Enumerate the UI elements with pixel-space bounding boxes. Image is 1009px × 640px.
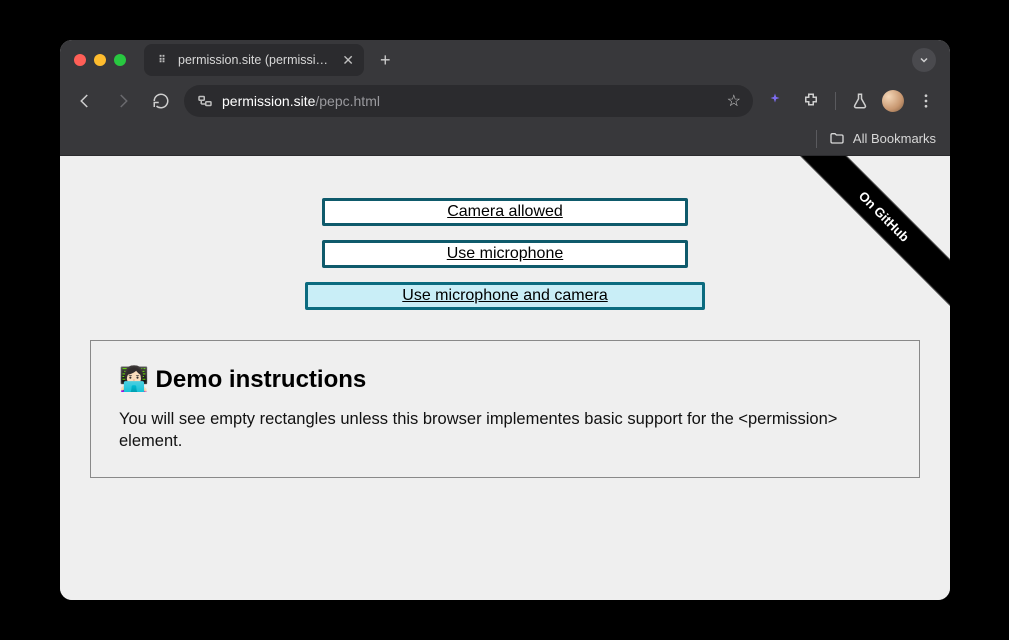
forward-button[interactable] xyxy=(108,86,138,116)
site-info-icon[interactable] xyxy=(196,92,214,110)
sparkle-icon[interactable] xyxy=(761,87,789,115)
use-mic-and-camera-button[interactable]: Use microphone and camera xyxy=(305,282,705,310)
bookmark-star-icon[interactable]: ☆ xyxy=(727,91,741,111)
divider xyxy=(816,130,817,148)
page-content: Camera allowed Use microphone Use microp… xyxy=(60,156,950,600)
bookmarks-bar: All Bookmarks xyxy=(60,122,950,156)
all-bookmarks-label: All Bookmarks xyxy=(853,131,936,146)
url-domain: permission.site xyxy=(222,93,315,109)
tab-title: permission.site (permission e xyxy=(178,53,334,67)
camera-allowed-button[interactable]: Camera allowed xyxy=(322,198,688,226)
back-button[interactable] xyxy=(70,86,100,116)
reload-button[interactable] xyxy=(146,86,176,116)
maximize-window-button[interactable] xyxy=(114,54,126,66)
folder-icon xyxy=(829,131,845,147)
chevron-down-icon[interactable] xyxy=(912,48,936,72)
tab-favicon: ⠿ xyxy=(154,52,170,68)
demo-instructions-box: 👩🏻‍💻 Demo instructions You will see empt… xyxy=(90,340,920,478)
flask-icon[interactable] xyxy=(846,87,874,115)
all-bookmarks-button[interactable]: All Bookmarks xyxy=(829,131,936,147)
kebab-menu-icon[interactable] xyxy=(912,87,940,115)
demo-instructions-body: You will see empty rectangles unless thi… xyxy=(119,408,891,453)
divider xyxy=(835,92,836,110)
browser-tab[interactable]: ⠿ permission.site (permission e ✕ xyxy=(144,44,364,76)
demo-instructions-title: 👩🏻‍💻 Demo instructions xyxy=(119,365,891,394)
github-ribbon-link[interactable]: On GitHub xyxy=(780,156,950,320)
close-tab-icon[interactable]: ✕ xyxy=(342,53,354,67)
toolbar: permission.site/pepc.html ☆ xyxy=(60,80,950,122)
window-controls xyxy=(74,54,126,66)
extensions-icon[interactable] xyxy=(797,87,825,115)
minimize-window-button[interactable] xyxy=(94,54,106,66)
address-bar[interactable]: permission.site/pepc.html ☆ xyxy=(184,85,753,117)
use-microphone-button[interactable]: Use microphone xyxy=(322,240,688,268)
url-path: /pepc.html xyxy=(315,93,380,109)
url-text: permission.site/pepc.html xyxy=(222,93,380,109)
titlebar: ⠿ permission.site (permission e ✕ + xyxy=(60,40,950,80)
close-window-button[interactable] xyxy=(74,54,86,66)
new-tab-button[interactable]: + xyxy=(372,50,399,71)
profile-avatar[interactable] xyxy=(882,90,904,112)
github-ribbon: On GitHub xyxy=(770,156,950,336)
browser-window: ⠿ permission.site (permission e ✕ + perm… xyxy=(60,40,950,600)
